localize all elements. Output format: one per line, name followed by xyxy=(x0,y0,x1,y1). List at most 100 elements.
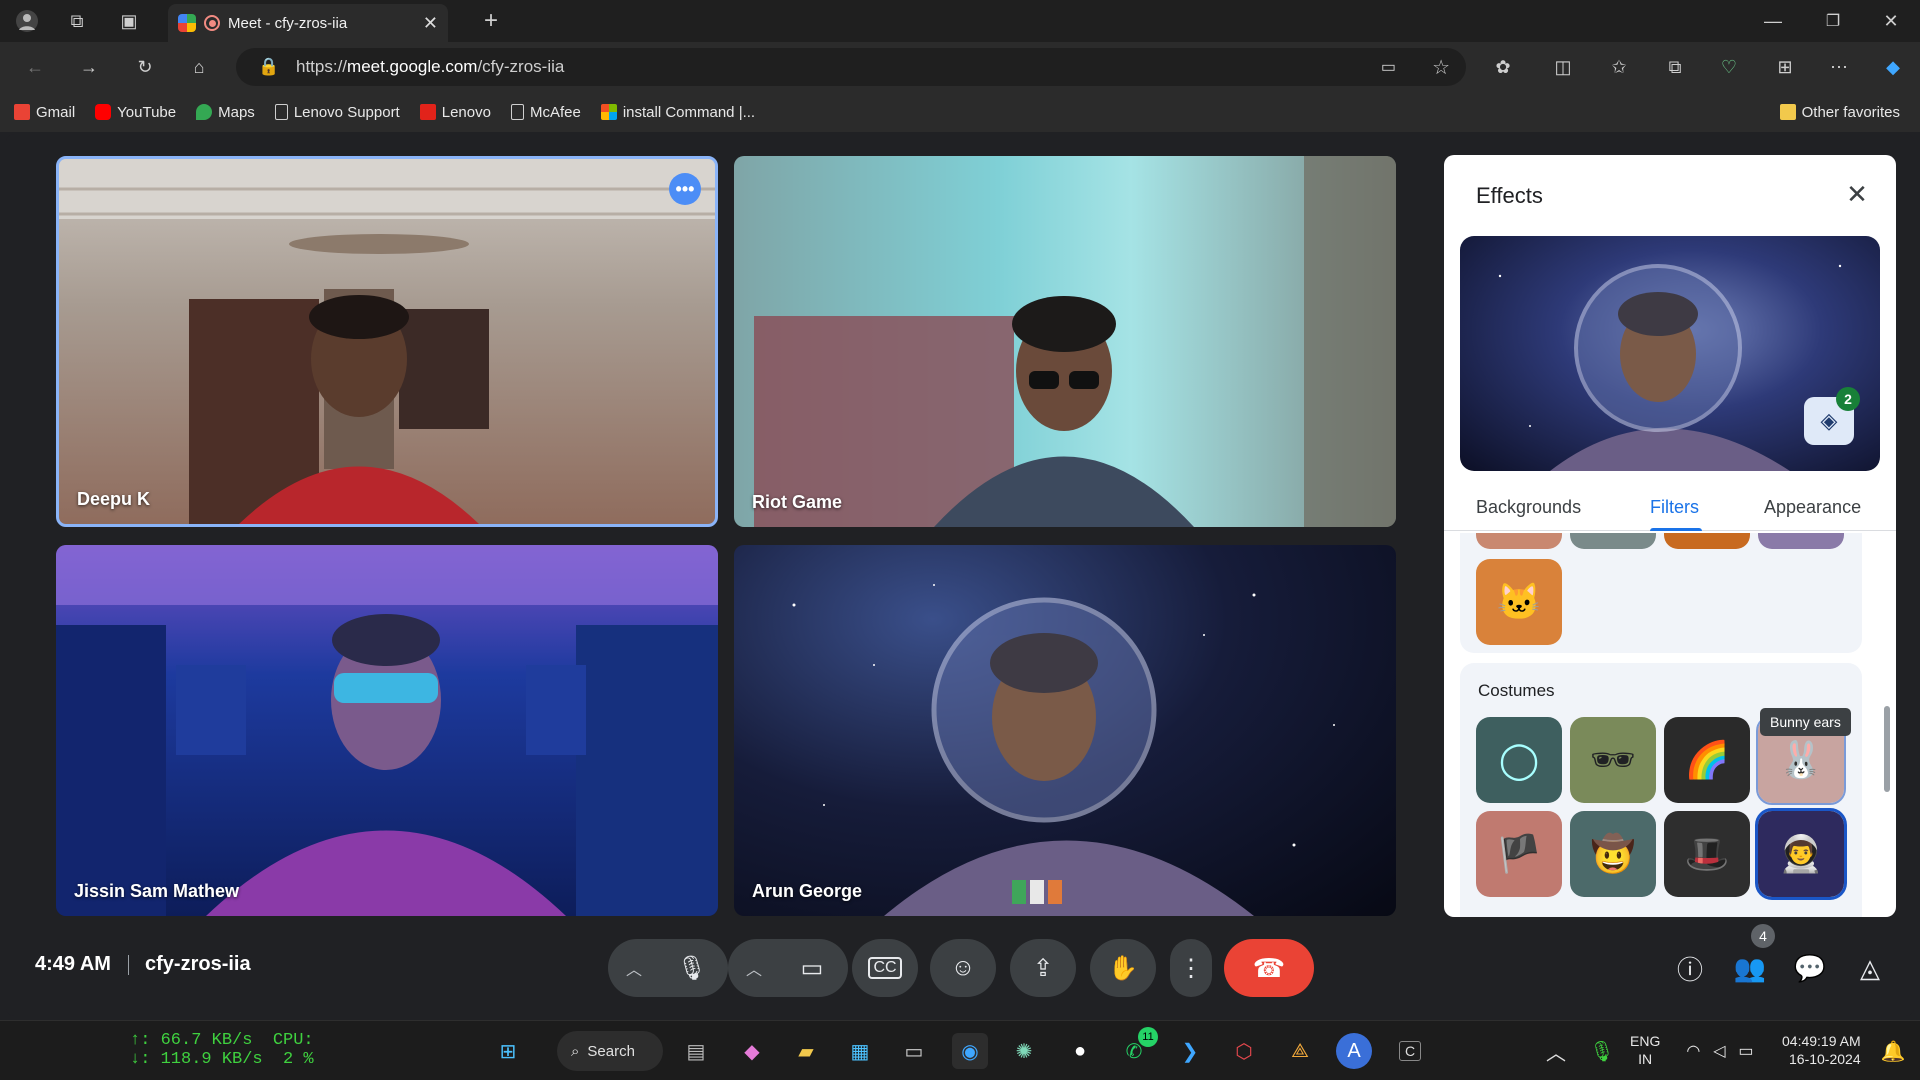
apps-icon[interactable]: ⊞ xyxy=(1772,54,1798,80)
close-tab-icon[interactable]: ✕ xyxy=(423,13,438,34)
taskbar-clock[interactable]: 04:49:19 AM 16-10-2024 xyxy=(1782,1032,1861,1068)
lock-icon[interactable]: 🔒 xyxy=(258,57,279,77)
security-app-icon: ⬡ xyxy=(1235,1040,1253,1063)
misc-app[interactable]: C xyxy=(1392,1033,1428,1069)
android-studio-app[interactable]: A xyxy=(1336,1033,1372,1069)
file-explorer-app[interactable]: ▰ xyxy=(788,1033,824,1069)
filter-thumb[interactable] xyxy=(1758,533,1844,549)
forward-icon[interactable]: → xyxy=(76,54,102,80)
tab-backgrounds[interactable]: Backgrounds xyxy=(1476,497,1581,518)
fedora-thumb[interactable]: 🎩 xyxy=(1664,811,1750,897)
collections-icon[interactable]: ⧉ xyxy=(1662,54,1688,80)
cat-filter-thumb[interactable]: 🐱 xyxy=(1476,559,1562,645)
video-options-chevron-icon[interactable]: ︿ xyxy=(746,956,762,980)
favorite-star-icon[interactable]: ☆ xyxy=(1432,55,1450,80)
activities-button[interactable]: ◬ xyxy=(1848,946,1892,990)
filter-thumb[interactable] xyxy=(1570,533,1656,549)
tab-actions-icon[interactable]: ▣ xyxy=(116,8,142,34)
settings-more-icon[interactable]: ⋯ xyxy=(1826,54,1852,80)
fav-gmail[interactable]: Gmail xyxy=(14,104,75,121)
browser-tab-meet[interactable]: Meet - cfy-zros-iia ✕ xyxy=(168,4,448,42)
fav-lenovo[interactable]: Lenovo xyxy=(419,104,491,121)
astronaut-helmet-thumb[interactable]: ◯ xyxy=(1476,717,1562,803)
effects-scrollbar[interactable] xyxy=(1884,706,1890,792)
dev-app[interactable]: ⟁ xyxy=(1282,1033,1318,1069)
other-favorites[interactable]: Other favorites xyxy=(1779,104,1900,121)
copilot-app[interactable]: ◆ xyxy=(734,1033,770,1069)
more-options-button[interactable]: ••• xyxy=(669,173,701,205)
new-tab-icon[interactable]: + xyxy=(478,7,504,34)
layers-button[interactable]: ◈ 2 xyxy=(1804,387,1860,445)
astronaut-thumb[interactable]: 👨‍🚀 xyxy=(1755,808,1847,900)
home-icon[interactable]: ⌂ xyxy=(186,54,212,80)
fav-maps[interactable]: Maps xyxy=(196,104,255,121)
chatgpt-app[interactable]: ✺ xyxy=(1006,1033,1042,1069)
tab-appearance[interactable]: Appearance xyxy=(1764,497,1861,518)
start-button[interactable]: ⊞ xyxy=(490,1033,526,1069)
restore-icon[interactable]: ❐ xyxy=(1820,8,1846,34)
system-tray-quick-settings[interactable]: ◠ ◁ ▭ xyxy=(1680,1033,1760,1069)
extensions-icon[interactable]: ✿ xyxy=(1490,54,1516,80)
github-app[interactable]: ● xyxy=(1062,1033,1098,1069)
browser-essentials-icon[interactable]: ♡ xyxy=(1716,54,1742,80)
fav-youtube[interactable]: YouTube xyxy=(95,104,176,121)
raise-hand-button[interactable]: ✋ xyxy=(1090,939,1156,997)
sunglasses-thumb[interactable]: 🕶 xyxy=(1570,717,1656,803)
vscode-app[interactable]: ❯ xyxy=(1172,1033,1208,1069)
favorites-icon[interactable]: ✩ xyxy=(1606,54,1632,80)
terminal-app[interactable]: ▭ xyxy=(896,1033,932,1069)
cowboy-hat-thumb[interactable]: 🤠 xyxy=(1570,811,1656,897)
fav-install-command[interactable]: install Command |... xyxy=(600,104,755,121)
reactions-button[interactable]: ☺ xyxy=(930,939,996,997)
taskbar-search[interactable]: ⌕ Search xyxy=(557,1031,663,1071)
participant-tile[interactable]: ••• Deepu K xyxy=(56,156,718,527)
captions-button[interactable]: CC xyxy=(852,939,918,997)
back-icon[interactable]: ← xyxy=(22,54,48,80)
security-app[interactable]: ⬡ xyxy=(1226,1033,1262,1069)
language-indicator[interactable]: ENG IN xyxy=(1630,1032,1660,1068)
participant-tile[interactable]: Jissin Sam Mathew xyxy=(56,545,718,916)
audio-options-chevron-icon[interactable]: ︿ xyxy=(626,956,642,980)
fav-mcafee[interactable]: McAfee xyxy=(510,104,581,121)
bunny-ears-tooltip: Bunny ears xyxy=(1760,708,1851,736)
pirate-thumb[interactable]: 🏴 xyxy=(1476,811,1562,897)
task-view-button[interactable]: ▤ xyxy=(678,1033,714,1069)
filter-thumb[interactable] xyxy=(1476,533,1562,549)
dev-app-icon: ⟁ xyxy=(1291,1039,1309,1062)
more-options-button[interactable]: ⋮ xyxy=(1170,939,1212,997)
rainbow-wig-thumb[interactable]: 🌈 xyxy=(1664,717,1750,803)
split-screen-icon[interactable]: ◫ xyxy=(1550,54,1576,80)
people-button[interactable]: 👥 xyxy=(1728,946,1772,990)
participant-tile[interactable]: Riot Game xyxy=(734,156,1396,527)
microphone-button[interactable]: 🎙 xyxy=(668,944,716,992)
edge-app[interactable]: ◉ xyxy=(952,1033,988,1069)
info-icon: ⓘ xyxy=(1676,954,1703,985)
fav-lenovo-support[interactable]: Lenovo Support xyxy=(274,104,400,121)
costumes-title: Costumes xyxy=(1478,681,1555,700)
profile-avatar-icon[interactable] xyxy=(14,8,40,34)
url-field[interactable]: 🔒 https://meet.google.com/cfy-zros-iia ▭… xyxy=(236,48,1466,86)
costumes-section: Costumes ◯ 🕶 🌈 🐰 🏴 🤠 🎩 👨‍🚀 xyxy=(1460,663,1862,917)
whatsapp-app[interactable]: ✆ 11 xyxy=(1116,1027,1158,1069)
layers-icon: ◈ xyxy=(1820,408,1838,433)
close-effects-icon[interactable]: ✕ xyxy=(1840,177,1874,211)
close-window-icon[interactable]: ✕ xyxy=(1878,8,1904,34)
participant-tile[interactable]: Arun George xyxy=(734,545,1396,916)
notifications-button[interactable]: 🔔 xyxy=(1878,1033,1908,1069)
minimize-icon[interactable]: — xyxy=(1760,8,1786,34)
refresh-icon[interactable]: ↻ xyxy=(132,54,158,80)
mic-in-use-indicator[interactable]: 🎙 xyxy=(1584,1033,1620,1069)
tab-filters[interactable]: Filters xyxy=(1650,497,1699,518)
camera-button[interactable]: ▭ xyxy=(788,944,836,992)
ms-store-app[interactable]: ▦ xyxy=(842,1033,878,1069)
chat-button[interactable]: 💬 xyxy=(1788,946,1832,990)
leave-call-button[interactable]: ☎ xyxy=(1224,939,1314,997)
fav-label: Maps xyxy=(218,103,255,121)
filter-thumb[interactable] xyxy=(1664,533,1750,549)
camera-in-use-icon[interactable]: ▭ xyxy=(1381,57,1396,77)
copilot-icon[interactable]: ◆ xyxy=(1880,54,1906,80)
workspaces-icon[interactable]: ⧉ xyxy=(64,8,90,34)
show-hidden-icons[interactable]: ︿ xyxy=(1538,1033,1574,1069)
present-button[interactable]: ⇪ xyxy=(1010,939,1076,997)
meeting-details-button[interactable]: ⓘ xyxy=(1668,946,1712,990)
